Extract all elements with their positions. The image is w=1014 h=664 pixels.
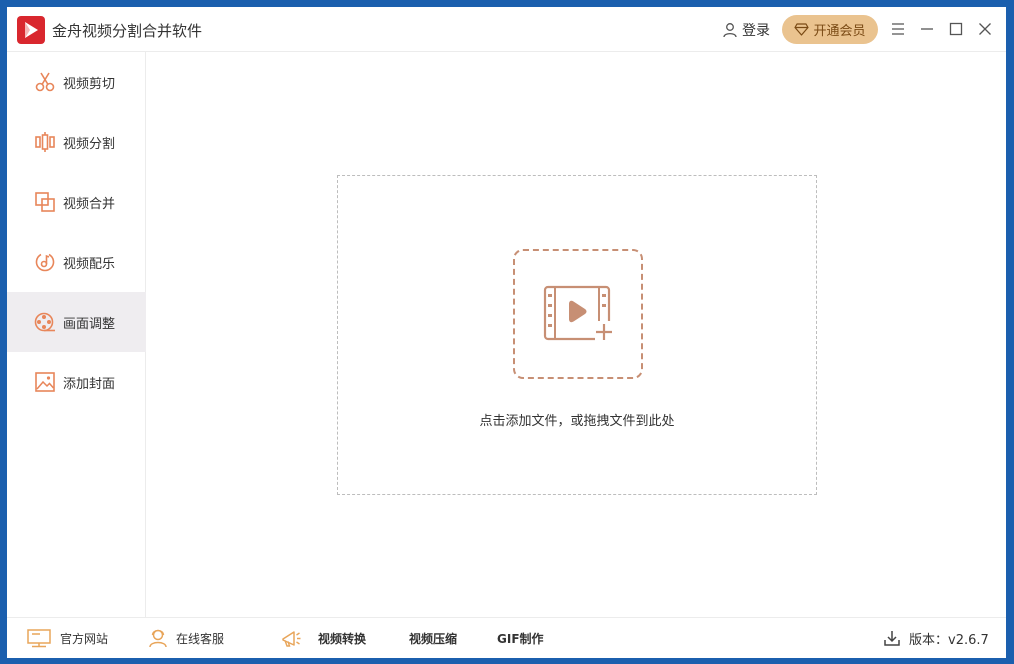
login-button[interactable]: 登录 [722,20,770,40]
version-label: 版本：v2.6.7 [909,632,989,648]
sidebar-item-label: 画面调整 [63,316,116,332]
vip-button[interactable]: 开通会员 [782,15,878,44]
user-icon [723,23,737,38]
merge-icon [35,192,55,212]
version-info[interactable]: 版本：v2.6.7 [883,618,989,658]
sidebar: 视频剪切 视频分割 视频合并 视频配乐 画面调整 添加封面 [7,52,146,617]
image-icon [35,372,55,392]
sidebar-item-picture-adjust[interactable]: 画面调整 [7,292,146,352]
sidebar-item-label: 添加封面 [63,376,116,392]
sidebar-item-video-music[interactable]: 视频配乐 [7,232,146,292]
online-support-label: 在线客服 [176,631,225,646]
sidebar-item-video-cut[interactable]: 视频剪切 [7,52,146,112]
online-support-link[interactable]: 在线客服 [148,618,224,658]
app-logo-icon [17,16,45,44]
diamond-icon [794,23,810,36]
sidebar-item-label: 视频合并 [63,196,116,212]
footer-bar: 官方网站 在线客服 视频转换 视频压缩 GIF制作 版本：v2.6.7 [7,617,1006,658]
gif-make-link[interactable]: GIF制作 [497,618,544,658]
sidebar-item-label: 视频配乐 [63,256,116,272]
sidebar-item-label: 视频剪切 [63,76,116,92]
menu-icon[interactable] [889,20,907,38]
music-icon [35,253,55,272]
add-video-icon [543,285,613,343]
close-icon[interactable] [976,20,994,38]
file-drop-zone[interactable]: 点击添加文件，或拖拽文件到此处 [337,175,817,495]
video-convert-label: 视频转换 [318,631,367,646]
title-bar: 金舟视频分割合并软件 登录 开通会员 [7,7,1006,52]
sidebar-item-video-split[interactable]: 视频分割 [7,112,146,172]
app-window: 金舟视频分割合并软件 登录 开通会员 视频剪切 视频分割 视频合并 视频配乐 画… [7,7,1006,658]
gif-make-label: GIF制作 [497,631,544,646]
sidebar-item-label: 视频分割 [63,136,116,152]
megaphone-icon [282,631,301,647]
monitor-icon [27,629,51,648]
official-website-link[interactable]: 官方网站 [26,618,108,658]
support-agent-icon [149,629,167,648]
maximize-icon[interactable] [947,20,965,38]
drop-hint-text: 点击添加文件，或拖拽文件到此处 [479,414,675,429]
sidebar-item-video-merge[interactable]: 视频合并 [7,172,146,232]
video-compress-label: 视频压缩 [409,631,458,646]
split-icon [35,132,55,152]
video-compress-link[interactable]: 视频压缩 [409,618,457,658]
film-reel-icon [34,312,55,332]
official-website-label: 官方网站 [60,631,109,646]
minimize-icon[interactable] [918,20,936,38]
app-title: 金舟视频分割合并软件 [52,22,203,40]
login-label: 登录 [742,23,770,39]
add-file-button[interactable] [513,249,643,379]
vip-label: 开通会员 [813,24,866,39]
scissors-icon [35,72,55,92]
video-convert-link[interactable]: 视频转换 [280,618,366,658]
sidebar-item-add-cover[interactable]: 添加封面 [7,352,146,412]
download-icon [884,631,900,646]
